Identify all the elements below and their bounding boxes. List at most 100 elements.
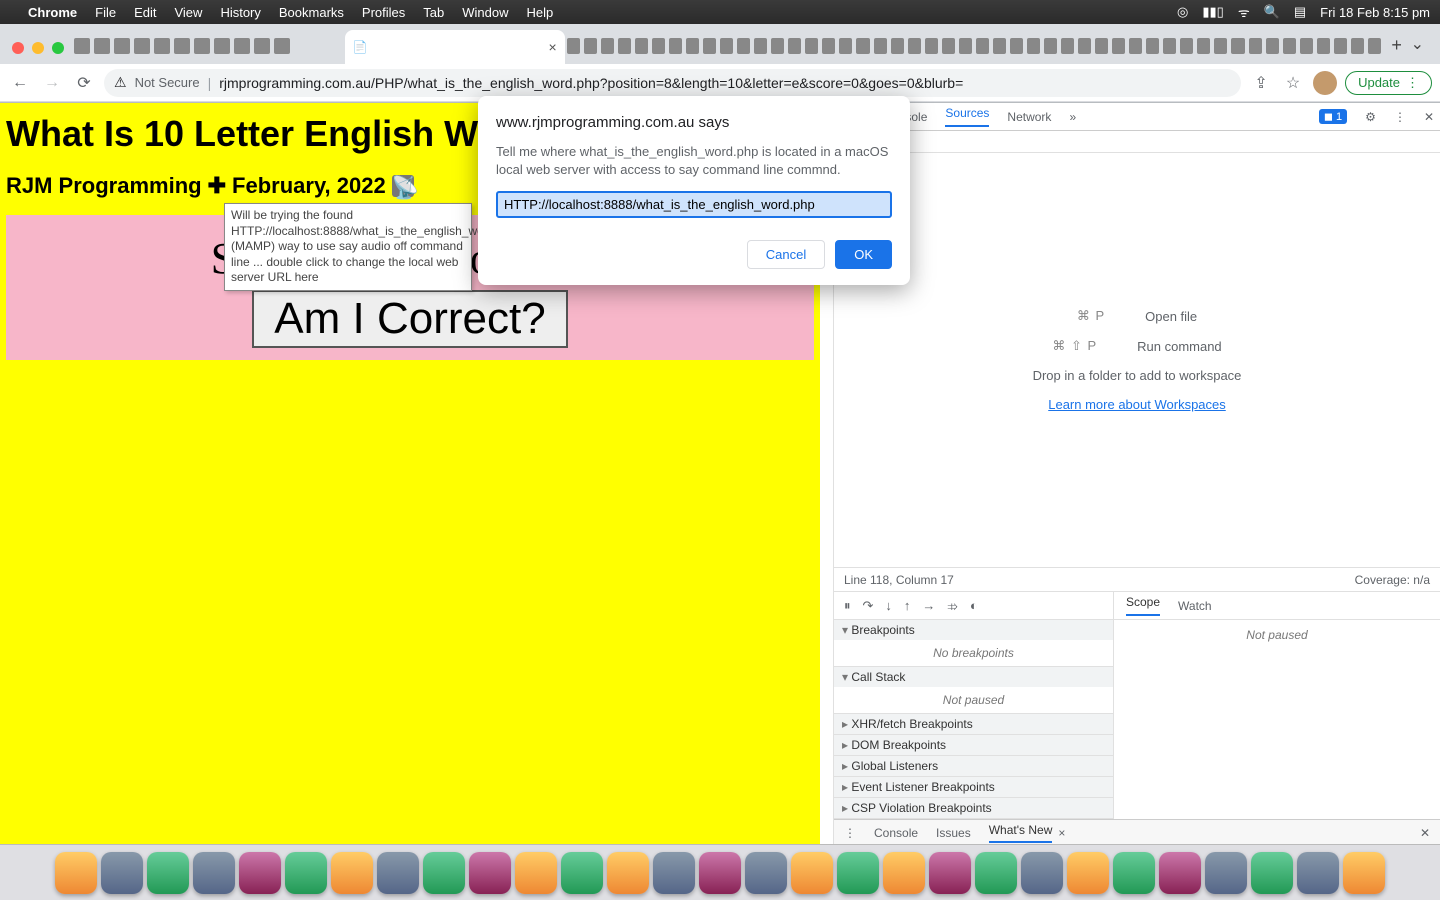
share-icon[interactable]: ⇪ <box>1249 73 1273 93</box>
battery-icon[interactable]: ▮▮▯ <box>1202 4 1223 20</box>
forward-button[interactable]: → <box>40 74 64 92</box>
pinned-tab[interactable] <box>254 38 270 54</box>
pause-on-exceptions-icon[interactable]: ◐ <box>970 598 978 613</box>
ok-button[interactable]: OK <box>835 240 892 269</box>
pinned-tab[interactable] <box>114 38 130 54</box>
step-icon[interactable]: → <box>922 598 935 613</box>
pinned-tab[interactable] <box>891 38 904 54</box>
pinned-tab[interactable] <box>839 38 852 54</box>
pinned-tab[interactable] <box>1266 38 1279 54</box>
pinned-tab[interactable] <box>1300 38 1313 54</box>
profile-avatar[interactable] <box>1313 71 1337 95</box>
dock-app-icon[interactable] <box>929 852 971 894</box>
menubar-clock[interactable]: Fri 18 Feb 8:15 pm <box>1320 5 1430 20</box>
drawer-console-tab[interactable]: Console <box>874 826 918 840</box>
pinned-tab[interactable] <box>652 38 665 54</box>
pinned-tab[interactable] <box>737 38 750 54</box>
dock-app-icon[interactable] <box>469 852 511 894</box>
menubar-app[interactable]: Chrome <box>28 5 77 20</box>
pinned-tab[interactable] <box>805 38 818 54</box>
pinned-tab[interactable] <box>822 38 835 54</box>
pinned-tab[interactable] <box>1334 38 1347 54</box>
dock-app-icon[interactable] <box>147 852 189 894</box>
close-tab-icon[interactable]: × <box>548 39 556 55</box>
dialog-input[interactable] <box>496 191 892 218</box>
pinned-tab[interactable] <box>194 38 210 54</box>
pinned-tab[interactable] <box>976 38 989 54</box>
pinned-tab[interactable] <box>959 38 972 54</box>
pinned-tab[interactable] <box>686 38 699 54</box>
pinned-tab[interactable] <box>1317 38 1330 54</box>
zoom-window-button[interactable] <box>52 42 64 54</box>
tab-sources[interactable]: Sources <box>945 106 989 127</box>
pinned-tab[interactable] <box>567 38 580 54</box>
pinned-tab[interactable] <box>1231 38 1244 54</box>
dock-app-icon[interactable] <box>1021 852 1063 894</box>
dom-header[interactable]: DOM Breakpoints <box>834 735 1113 755</box>
dock-app-icon[interactable] <box>377 852 419 894</box>
pinned-tab[interactable] <box>1214 38 1227 54</box>
learn-workspaces-link[interactable]: Learn more about Workspaces <box>1048 397 1226 412</box>
dock-app-icon[interactable] <box>1113 852 1155 894</box>
close-drawer-icon[interactable]: ✕ <box>1420 826 1430 840</box>
minimize-window-button[interactable] <box>32 42 44 54</box>
pinned-tab[interactable] <box>993 38 1006 54</box>
pinned-tab[interactable] <box>856 38 869 54</box>
pinned-tab[interactable] <box>1095 38 1108 54</box>
pinned-tab[interactable] <box>669 38 682 54</box>
pinned-tab[interactable] <box>154 38 170 54</box>
pinned-tab[interactable] <box>874 38 887 54</box>
menu-history[interactable]: History <box>220 5 260 20</box>
pinned-tab[interactable] <box>618 38 631 54</box>
pinned-tab[interactable] <box>720 38 733 54</box>
wifi-icon[interactable]: ᯤ <box>1238 3 1250 21</box>
xhr-breakpoints-section[interactable]: XHR/fetch Breakpoints <box>834 714 1113 735</box>
menu-file[interactable]: File <box>95 5 116 20</box>
pinned-tab[interactable] <box>754 38 767 54</box>
pause-icon[interactable]: ⏸ <box>844 598 851 614</box>
global-listeners-section[interactable]: Global Listeners <box>834 756 1113 777</box>
pinned-tab[interactable] <box>1249 38 1262 54</box>
pinned-tab[interactable] <box>788 38 801 54</box>
dock-app-icon[interactable] <box>239 852 281 894</box>
menu-help[interactable]: Help <box>527 5 554 20</box>
step-into-icon[interactable]: ↓ <box>885 598 892 613</box>
control-center-icon[interactable]: ▤ <box>1294 4 1306 20</box>
dock-app-icon[interactable] <box>193 852 235 894</box>
am-i-correct-button[interactable]: Am I Correct? <box>252 290 567 348</box>
dock-app-icon[interactable] <box>423 852 465 894</box>
dock-app-icon[interactable] <box>791 852 833 894</box>
event-listener-breakpoints-section[interactable]: Event Listener Breakpoints <box>834 777 1113 798</box>
pinned-tab[interactable] <box>942 38 955 54</box>
dock-app-icon[interactable] <box>837 852 879 894</box>
dock-app-icon[interactable] <box>1297 852 1339 894</box>
pinned-tab[interactable] <box>1044 38 1057 54</box>
pinned-tab[interactable] <box>94 38 110 54</box>
dock-app-icon[interactable] <box>285 852 327 894</box>
dock-app-icon[interactable] <box>515 852 557 894</box>
issues-badge[interactable]: ◼ 1 <box>1319 109 1347 124</box>
record-icon[interactable]: ◎ <box>1177 4 1188 20</box>
pinned-tab[interactable] <box>1351 38 1364 54</box>
dock-app-icon[interactable] <box>561 852 603 894</box>
pinned-tab[interactable] <box>771 38 784 54</box>
active-tab[interactable]: 📄 × <box>345 30 565 64</box>
breakpoints-header[interactable]: Breakpoints <box>834 620 1113 640</box>
kebab-icon[interactable]: ⋮ <box>1394 110 1406 124</box>
xhr-header[interactable]: XHR/fetch Breakpoints <box>834 714 1113 734</box>
csp-breakpoints-section[interactable]: CSP Violation Breakpoints <box>834 798 1113 819</box>
dock-app-icon[interactable] <box>101 852 143 894</box>
call-stack-header[interactable]: Call Stack <box>834 667 1113 687</box>
dom-breakpoints-section[interactable]: DOM Breakpoints <box>834 735 1113 756</box>
pinned-tab[interactable] <box>1197 38 1210 54</box>
pinned-tab[interactable] <box>134 38 150 54</box>
dock-app-icon[interactable] <box>883 852 925 894</box>
tab-network[interactable]: Network <box>1007 110 1051 124</box>
call-stack-section[interactable]: Call Stack Not paused <box>834 667 1113 714</box>
new-tab-button[interactable]: + <box>1383 35 1411 56</box>
dock-app-icon[interactable] <box>331 852 373 894</box>
menu-profiles[interactable]: Profiles <box>362 5 405 20</box>
back-button[interactable]: ← <box>8 74 32 92</box>
dock-app-icon[interactable] <box>607 852 649 894</box>
menu-tab[interactable]: Tab <box>423 5 444 20</box>
